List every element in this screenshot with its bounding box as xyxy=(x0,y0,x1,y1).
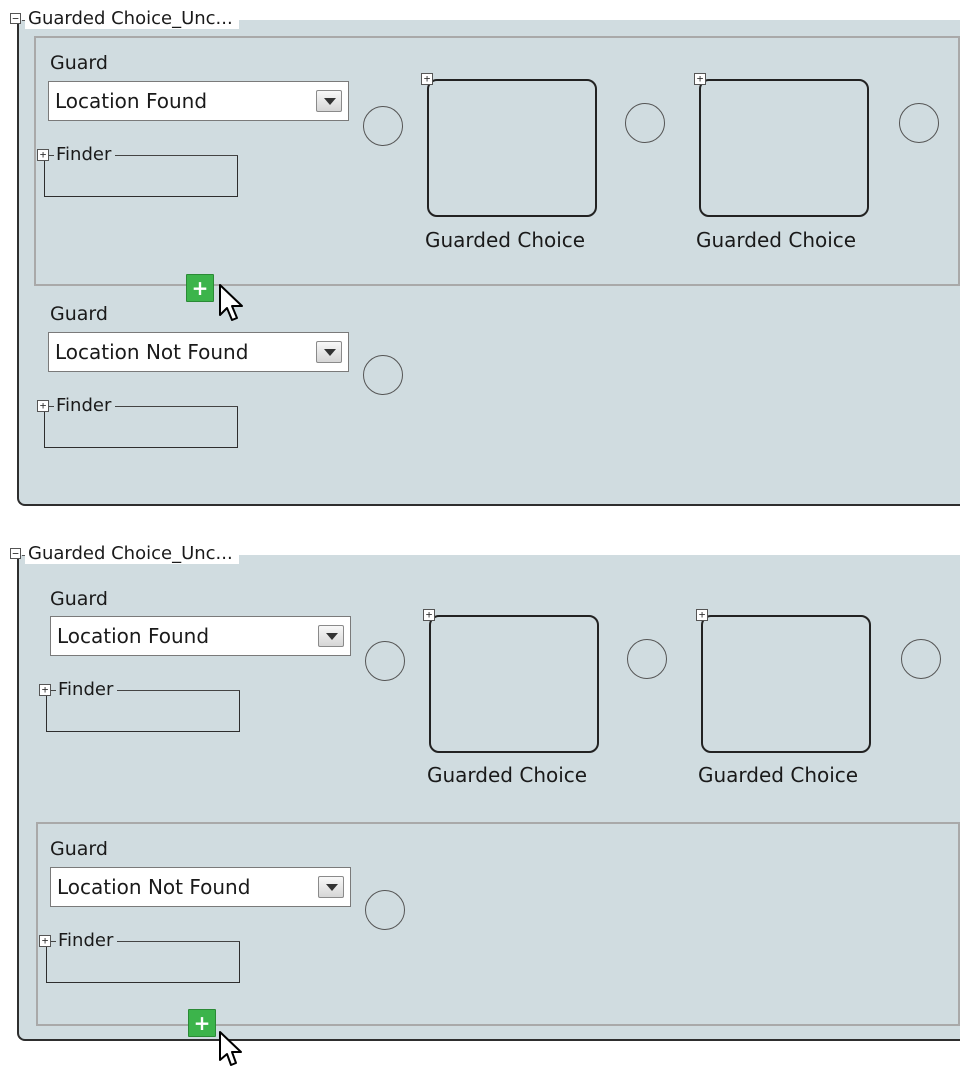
connector-circle[interactable] xyxy=(365,890,405,930)
expand-icon[interactable]: + xyxy=(423,609,435,621)
guard-select[interactable]: Location Found xyxy=(50,616,351,656)
chevron-down-icon[interactable] xyxy=(316,341,342,363)
panel-title: Guarded Choice_Unc... xyxy=(25,544,239,564)
guarded-choice-label: Guarded Choice xyxy=(425,228,586,252)
guarded-choice-label: Guarded Choice xyxy=(698,763,859,787)
panel-title: Guarded Choice_Unc... xyxy=(25,9,239,29)
guard-select-value: Location Not Found xyxy=(55,340,249,364)
connector-circle[interactable] xyxy=(899,103,939,143)
connector-circle[interactable] xyxy=(627,639,667,679)
finder-label: Finder xyxy=(54,396,116,416)
guard-label: Guard xyxy=(50,588,108,610)
guard-select[interactable]: Location Found xyxy=(48,81,349,121)
guarded-choice-label: Guarded Choice xyxy=(427,763,588,787)
expand-icon[interactable]: + xyxy=(694,73,706,85)
add-branch-button[interactable]: + xyxy=(186,274,214,302)
expand-icon[interactable]: + xyxy=(37,400,49,412)
guard-label: Guard xyxy=(50,303,108,325)
add-branch-button[interactable]: + xyxy=(188,1009,216,1037)
plus-icon: + xyxy=(191,276,209,300)
finder-label: Finder xyxy=(54,145,116,165)
connector-circle[interactable] xyxy=(901,639,941,679)
guard-select-value: Location Found xyxy=(57,624,210,648)
mouse-pointer-icon xyxy=(219,1031,242,1066)
branch-highlight xyxy=(36,822,960,1026)
plus-icon: + xyxy=(193,1011,211,1035)
collapse-icon[interactable]: − xyxy=(10,548,21,559)
expand-icon[interactable]: + xyxy=(39,684,51,696)
expand-icon[interactable]: + xyxy=(696,609,708,621)
guard-select[interactable]: Location Not Found xyxy=(48,332,349,372)
guarded-choice-box[interactable] xyxy=(427,79,597,217)
guarded-choice-panel-1: − Guarded Choice_Unc... Guard Location F… xyxy=(0,0,960,510)
guarded-choice-label: Guarded Choice xyxy=(696,228,857,252)
guard-label: Guard xyxy=(50,838,108,860)
connector-circle[interactable] xyxy=(363,355,403,395)
chevron-down-icon[interactable] xyxy=(318,876,344,898)
guard-select-value: Location Not Found xyxy=(57,875,251,899)
expand-icon[interactable]: + xyxy=(37,149,49,161)
mouse-pointer-icon xyxy=(219,284,243,321)
guarded-choice-box[interactable] xyxy=(701,615,871,753)
connector-circle[interactable] xyxy=(625,103,665,143)
finder-label: Finder xyxy=(56,680,118,700)
guarded-choice-box[interactable] xyxy=(429,615,599,753)
connector-circle[interactable] xyxy=(363,106,403,146)
chevron-down-icon[interactable] xyxy=(316,90,342,112)
chevron-down-icon[interactable] xyxy=(318,625,344,647)
guard-label: Guard xyxy=(50,52,108,74)
guard-select[interactable]: Location Not Found xyxy=(50,867,351,907)
expand-icon[interactable]: + xyxy=(421,73,433,85)
connector-circle[interactable] xyxy=(365,641,405,681)
collapse-icon[interactable]: − xyxy=(10,13,21,24)
expand-icon[interactable]: + xyxy=(39,935,51,947)
guarded-choice-box[interactable] xyxy=(699,79,869,217)
guarded-choice-panel-2: − Guarded Choice_Unc... Guard Location F… xyxy=(0,535,960,1072)
finder-label: Finder xyxy=(56,931,118,951)
guard-select-value: Location Found xyxy=(55,89,208,113)
